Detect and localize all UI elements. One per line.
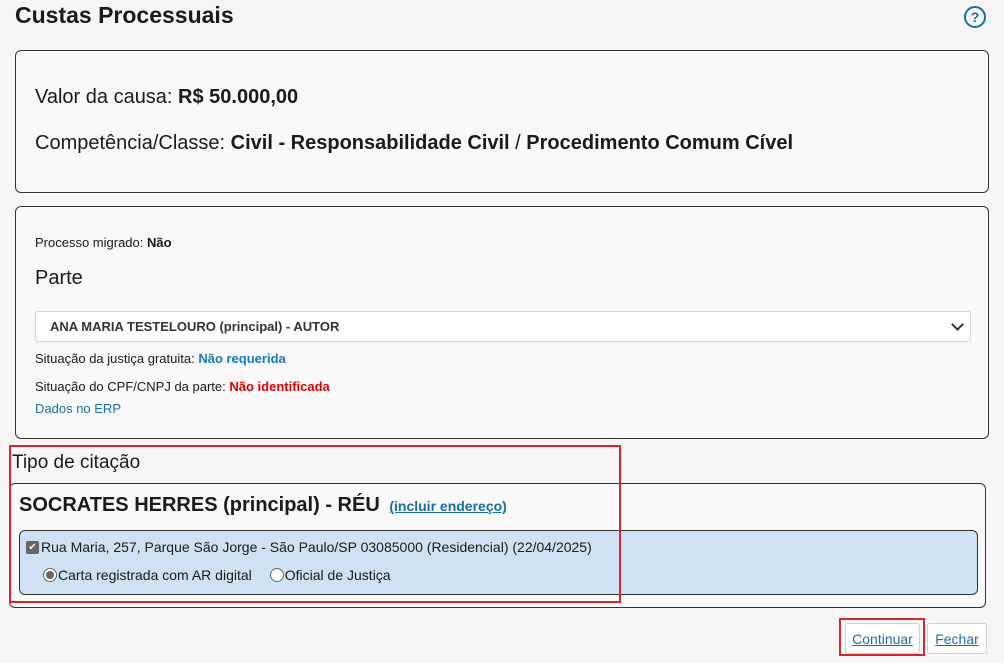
migrado-label: Processo migrado: [35,235,147,250]
justica-label: Situação da justiça gratuita: [35,351,199,366]
highlight-box-continuar [839,618,925,656]
page-title: Custas Processuais [15,2,234,28]
competencia-classe: Competência/Classe: Civil - Responsabili… [35,132,793,155]
competencia-label: Competência/Classe: [35,132,231,154]
competencia-civil: Civil - Responsabilidade Civil [230,132,510,154]
parte-label: Parte [35,267,83,289]
migrado-value: Não [147,235,172,250]
parte-selected-value: ANA MARIA TESTELOURO (principal) - AUTOR [50,319,340,334]
causa-card: Valor da causa: R$ 50.000,00 Competência… [15,50,989,193]
competencia-separator: / [509,132,527,154]
processo-card: Processo migrado: Não Parte ANA MARIA TE… [15,206,989,439]
help-icon[interactable]: ? [964,6,986,28]
fechar-button[interactable]: Fechar [927,623,987,654]
valor-value: R$ 50.000,00 [178,86,299,108]
competencia-procedimento: Procedimento Comum Cível [526,132,794,154]
dados-erp-link[interactable]: Dados no ERP [35,401,121,416]
cpf-label: Situação do CPF/CNPJ da parte: [35,379,230,394]
justica-value: Não requerida [198,351,286,366]
justica-gratuita: Situação da justiça gratuita: Não requer… [35,351,286,366]
cpf-status: Situação do CPF/CNPJ da parte: Não ident… [35,379,330,394]
highlight-box-citacao [9,445,621,603]
cpf-value: Não identificada [229,379,330,394]
valor-label: Valor da causa: [35,86,179,108]
chevron-down-icon [951,318,964,331]
valor-causa: Valor da causa: R$ 50.000,00 [35,86,298,109]
processo-migrado: Processo migrado: Não [35,235,172,250]
parte-select[interactable]: ANA MARIA TESTELOURO (principal) - AUTOR [35,311,971,342]
